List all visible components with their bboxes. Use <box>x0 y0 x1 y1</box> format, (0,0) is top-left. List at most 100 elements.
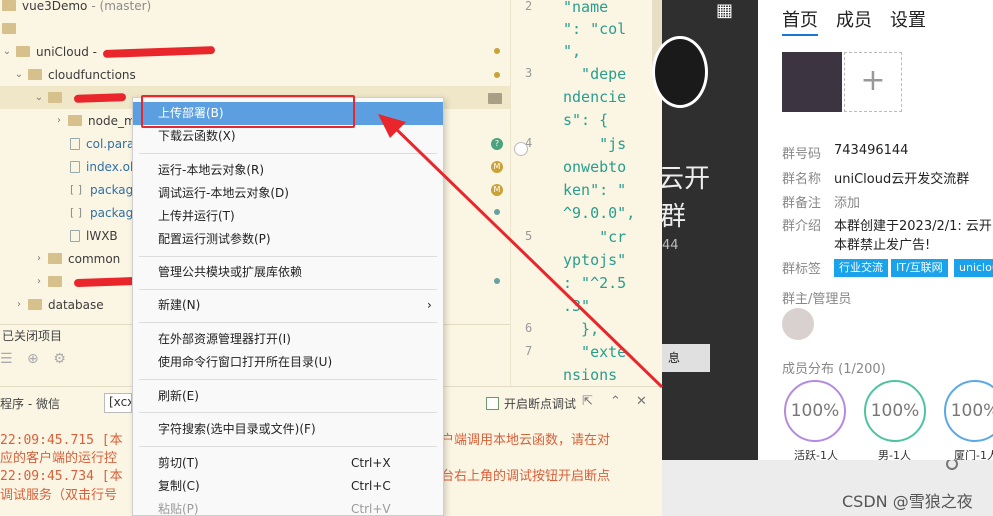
menu-item-config-params[interactable]: 配置运行测试参数(P) <box>133 228 443 251</box>
menu-item-label: 上传并运行(T) <box>158 209 235 223</box>
menu-item-open-explorer[interactable]: 在外部资源管理器打开(I) <box>133 328 443 351</box>
folder-icon <box>48 276 62 287</box>
chevron-right-icon: › <box>57 115 61 126</box>
menu-item-download[interactable]: 下载云函数(X) <box>133 125 443 148</box>
line-number: 3 <box>525 66 533 80</box>
collapse-icon[interactable]: ☰ <box>0 351 13 367</box>
add-remark-link[interactable]: 添加 <box>834 192 860 211</box>
gender-ratio-circle: 100% <box>864 380 926 442</box>
tree-label: vue3Demo <box>22 0 88 13</box>
location-ratio-circle: 100% <box>944 380 993 442</box>
redaction-mark <box>102 45 216 58</box>
console-tab[interactable]: 程序 - 微信 <box>0 395 60 412</box>
close-panel-icon[interactable]: ✕ <box>636 394 647 409</box>
menu-item-paste[interactable]: 粘贴(P) Ctrl+V <box>133 498 443 516</box>
breakpoint-toggle[interactable]: 开启断点调试 <box>486 395 576 412</box>
qr-code-icon[interactable]: ▦ <box>716 0 733 21</box>
file-icon <box>70 229 80 242</box>
breakpoint-checkbox[interactable] <box>486 397 499 410</box>
circle-label: 活跃-1人 <box>794 449 838 460</box>
menu-item-label: 在外部资源管理器打开(I) <box>158 332 291 346</box>
code-line: "name <box>563 0 609 16</box>
tab-members[interactable]: 成员 <box>836 6 872 36</box>
chevron-right-icon: › <box>37 253 41 264</box>
status-dot <box>494 72 500 78</box>
menu-separator <box>139 153 437 154</box>
chevron-up-icon[interactable]: ⌃ <box>610 394 621 409</box>
menu-separator <box>139 412 437 413</box>
tree-row-project[interactable]: vue3Demo - (master) <box>0 0 510 17</box>
menu-item-search[interactable]: 字符搜索(选中目录或文件)(F) <box>133 418 443 441</box>
status-dot <box>494 209 500 215</box>
settings-icon[interactable]: ⚙ <box>53 351 66 367</box>
code-editor[interactable]: 2 3 4 5 6 7 "name ": "col ", "depe ndenc… <box>510 0 662 386</box>
chevron-down-icon: ⌄ <box>14 69 24 80</box>
menu-item-upload-run[interactable]: 上传并运行(T) <box>133 205 443 228</box>
menu-item-label: 下载云函数(X) <box>158 129 236 143</box>
modified-badge: M <box>491 184 503 196</box>
code-line: nsions <box>563 366 618 384</box>
menu-item-label: 粘贴(P) <box>158 502 199 516</box>
code-line: ^9.0.0", <box>563 204 636 222</box>
menu-item-label: 剪切(T) <box>158 456 199 470</box>
menu-item-label: 刷新(E) <box>158 389 199 403</box>
folder-icon <box>16 46 30 57</box>
json-file-icon: [ ] <box>70 206 83 219</box>
folder-icon <box>68 115 82 126</box>
group-name: uniCloud云开发交流群 <box>834 172 970 187</box>
folder-icon <box>48 92 62 103</box>
group-intro: 本群创建于2023/2/1: 云开 <box>834 219 992 234</box>
breakpoint-label: 开启断点调试 <box>504 397 577 411</box>
folder-icon <box>28 69 42 80</box>
tab-home[interactable]: 首页 <box>782 6 818 36</box>
group-tag: IT/互联网 <box>891 259 948 277</box>
menu-item-debug-local[interactable]: 调试运行-本地云对象(D) <box>133 182 443 205</box>
add-photo-button[interactable]: + <box>844 52 902 112</box>
line-number: 7 <box>525 344 533 358</box>
tree-row-cloudfunctions[interactable]: ⌄ cloudfunctions <box>0 63 510 86</box>
menu-item-copy[interactable]: 复制(C) Ctrl+C <box>133 475 443 498</box>
menu-item-run-local[interactable]: 运行-本地云对象(R) <box>133 159 443 182</box>
file-icon <box>70 137 80 150</box>
tree-label: cloudfunctions <box>48 67 136 82</box>
group-name-part: 云开 <box>658 164 711 194</box>
group-tag: 行业交流 <box>834 259 888 277</box>
folder-icon <box>48 253 62 264</box>
watermark: CSDN @雪狼之夜 <box>842 492 973 511</box>
chevron-down-icon: ⌄ <box>34 92 44 103</box>
untracked-badge: ? <box>491 138 503 150</box>
menu-separator <box>139 379 437 380</box>
chevron-down-icon: ⌄ <box>2 46 12 57</box>
folder-icon <box>488 93 502 104</box>
tab-settings[interactable]: 设置 <box>890 6 926 36</box>
code-line: yptojs" <box>563 251 627 269</box>
code-line: "cr <box>563 228 627 246</box>
console-tab-active[interactable]: [xcx- <box>104 393 132 413</box>
menu-item-new[interactable]: 新建(N) › <box>133 294 443 317</box>
menu-item-label: 管理公共模块或扩展库依赖 <box>158 265 303 279</box>
menu-item-refresh[interactable]: 刷新(E) <box>133 385 443 408</box>
log-line: 调试服务（双击行号 <box>0 488 118 503</box>
tree-row-unicloud[interactable]: ⌄ uniCloud - <box>0 40 510 63</box>
menu-item-label: 字符搜索(选中目录或文件)(F) <box>158 422 316 436</box>
admin-avatar[interactable] <box>782 308 814 340</box>
field-label: 群号码 <box>782 147 822 162</box>
menu-item-open-terminal[interactable]: 使用命令行窗口打开所在目录(U) <box>133 351 443 374</box>
menu-separator <box>139 289 437 290</box>
menu-item-cut[interactable]: 剪切(T) Ctrl+X <box>133 452 443 475</box>
tree-label: node_m <box>88 113 136 128</box>
message-button[interactable]: 息 <box>662 344 710 372</box>
group-photo[interactable] <box>782 52 842 112</box>
code-line: .3" <box>563 297 591 315</box>
open-external-icon[interactable]: ⇱ <box>582 394 593 409</box>
locate-icon[interactable]: ⊕ <box>27 351 39 367</box>
fold-toggle-icon[interactable] <box>514 142 528 156</box>
circle-label: 男-1人 <box>878 449 911 460</box>
menu-separator <box>139 446 437 447</box>
menu-item-manage-deps[interactable]: 管理公共模块或扩展库依赖 <box>133 261 443 284</box>
tree-label: index.ob <box>86 159 138 174</box>
file-icon <box>70 160 80 173</box>
tree-row-folder[interactable] <box>0 17 510 40</box>
field-label: 群名称 <box>782 172 822 187</box>
active-ratio-circle: 100% <box>784 380 846 442</box>
